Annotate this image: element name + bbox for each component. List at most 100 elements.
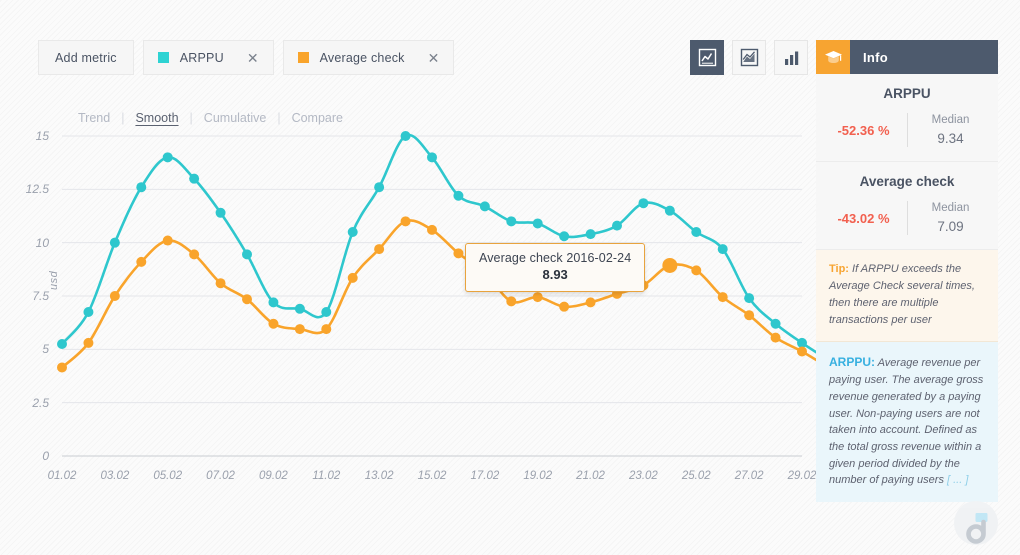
remove-metric-icon[interactable]: ✕ — [428, 51, 440, 65]
data-point[interactable] — [744, 293, 754, 303]
tab-compare[interactable]: Compare — [290, 111, 345, 125]
data-point[interactable] — [771, 333, 781, 343]
data-point[interactable] — [374, 244, 384, 254]
chart-lines[interactable] — [62, 136, 802, 456]
data-point[interactable] — [57, 339, 67, 349]
data-point[interactable] — [321, 324, 331, 334]
data-point[interactable] — [533, 218, 543, 228]
remove-metric-icon[interactable]: ✕ — [247, 51, 259, 65]
x-axis-tick: 05.02 — [153, 470, 182, 482]
data-point[interactable] — [691, 227, 701, 237]
tab-cumulative[interactable]: Cumulative — [202, 111, 269, 125]
data-point[interactable] — [110, 238, 120, 248]
add-metric-button[interactable]: Add metric — [38, 40, 134, 75]
data-point[interactable] — [136, 257, 146, 267]
y-axis-tick: 7.5 — [32, 289, 49, 303]
data-point[interactable] — [797, 346, 807, 356]
data-point[interactable] — [506, 296, 516, 306]
x-axis-tick: 13.02 — [365, 470, 394, 482]
data-point[interactable] — [295, 304, 305, 314]
data-point[interactable] — [559, 302, 569, 312]
data-point[interactable] — [268, 297, 278, 307]
data-point[interactable] — [83, 338, 93, 348]
stat-block-arppu: ARPPU -52.36 % Median 9.34 — [816, 74, 998, 162]
data-point[interactable] — [57, 362, 67, 372]
x-axis-tick: 25.02 — [682, 470, 711, 482]
x-axis-tick: 15.02 — [418, 470, 447, 482]
data-point[interactable] — [612, 221, 622, 231]
info-panel-title: Info — [850, 40, 998, 74]
data-point[interactable] — [136, 182, 146, 192]
data-point[interactable] — [427, 225, 437, 235]
data-point[interactable] — [401, 216, 411, 226]
y-axis-tick: 0 — [42, 449, 49, 463]
data-point[interactable] — [480, 201, 490, 211]
data-point[interactable] — [348, 273, 358, 283]
data-point[interactable] — [348, 227, 358, 237]
x-axis-tick: 27.02 — [735, 470, 764, 482]
stat-row: -52.36 % Median 9.34 — [816, 112, 998, 148]
tab-separator: | — [112, 111, 133, 125]
tip-keyword: Tip: — [829, 263, 849, 275]
data-point[interactable] — [718, 292, 728, 302]
data-point[interactable] — [453, 248, 463, 258]
metric-definition-note: ARPPU: Average revenue per paying user. … — [816, 342, 998, 502]
data-point[interactable] — [163, 152, 173, 162]
stat-name: ARPPU — [816, 86, 998, 101]
y-axis-tick: 2.5 — [32, 396, 49, 410]
data-point[interactable] — [797, 338, 807, 348]
data-point[interactable] — [506, 216, 516, 226]
chart-tooltip: Average check 2016-02-24 8.93 — [465, 243, 645, 292]
metric-chip-arppu[interactable]: ARPPU ✕ — [143, 40, 274, 75]
data-point[interactable] — [665, 206, 675, 216]
tooltip-value: 8.93 — [479, 267, 631, 282]
graduation-cap-icon — [816, 40, 850, 74]
data-point[interactable] — [242, 294, 252, 304]
data-point[interactable] — [189, 174, 199, 184]
x-axis-tick: 21.02 — [576, 470, 605, 482]
data-point[interactable] — [427, 152, 437, 162]
line-chart-button[interactable] — [690, 40, 724, 75]
tip-text: If ARPPU exceeds the Average Check sever… — [829, 263, 975, 325]
x-axis-tick: 29.02 — [788, 470, 817, 482]
y-axis-tick: 15 — [36, 129, 49, 143]
data-point[interactable] — [163, 236, 173, 246]
data-point[interactable] — [559, 231, 569, 241]
data-point[interactable] — [295, 324, 305, 334]
data-point[interactable] — [718, 244, 728, 254]
add-metric-label: Add metric — [55, 51, 117, 65]
bar-chart-button[interactable] — [774, 40, 808, 75]
data-point[interactable] — [242, 249, 252, 259]
data-point[interactable] — [216, 278, 226, 288]
data-point[interactable] — [401, 131, 411, 141]
data-point[interactable] — [453, 191, 463, 201]
data-point[interactable] — [586, 297, 596, 307]
series-line — [62, 135, 828, 360]
stat-row: -43.02 % Median 7.09 — [816, 200, 998, 236]
data-point[interactable] — [691, 265, 701, 275]
info-panel: Info ARPPU -52.36 % Median 9.34 Average … — [816, 40, 998, 502]
data-point[interactable] — [189, 249, 199, 259]
data-point-highlighted[interactable] — [662, 258, 677, 273]
y-axis-tick: 12.5 — [26, 182, 49, 196]
data-point[interactable] — [110, 291, 120, 301]
data-point[interactable] — [586, 229, 596, 239]
data-point[interactable] — [638, 198, 648, 208]
tab-separator: | — [181, 111, 202, 125]
tab-smooth[interactable]: Smooth — [133, 111, 180, 125]
data-point[interactable] — [216, 208, 226, 218]
data-point[interactable] — [83, 307, 93, 317]
data-point[interactable] — [744, 310, 754, 320]
data-point[interactable] — [533, 292, 543, 302]
metric-chip-average-check[interactable]: Average check ✕ — [283, 40, 455, 75]
stat-block-average-check: Average check -43.02 % Median 7.09 — [816, 162, 998, 250]
data-point[interactable] — [321, 307, 331, 317]
y-axis-label: usd — [48, 271, 60, 290]
data-point[interactable] — [268, 319, 278, 329]
tab-trend[interactable]: Trend — [76, 111, 112, 125]
area-chart-button[interactable] — [732, 40, 766, 75]
definition-more-link[interactable]: [ ... ] — [947, 474, 968, 486]
data-point[interactable] — [374, 182, 384, 192]
data-point[interactable] — [771, 319, 781, 329]
area-chart-icon — [740, 48, 759, 67]
